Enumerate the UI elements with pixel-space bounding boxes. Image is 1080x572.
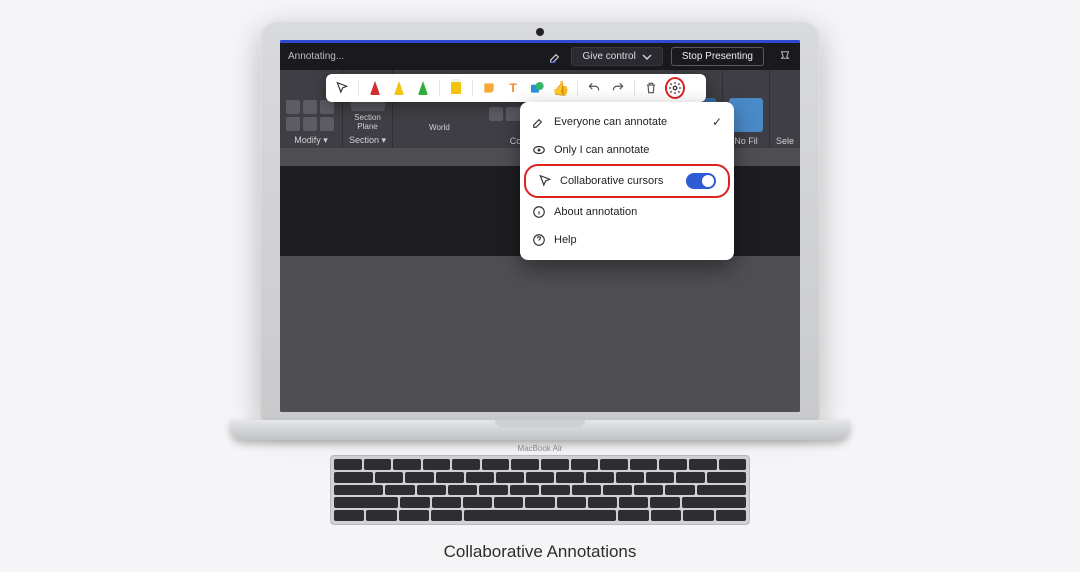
menu-label: Help bbox=[554, 234, 722, 246]
laptop-hinge bbox=[230, 420, 850, 440]
gear-highlight-circle bbox=[665, 77, 685, 99]
give-control-label: Give control bbox=[582, 51, 635, 62]
ribbon-label-modify: Modify ▾ bbox=[294, 133, 328, 146]
give-control-dropdown[interactable]: Give control bbox=[571, 47, 662, 66]
text-tool[interactable]: T bbox=[503, 78, 523, 98]
toggle-on[interactable] bbox=[686, 173, 716, 189]
help-icon bbox=[532, 233, 546, 247]
check-icon: ✓ bbox=[712, 115, 722, 129]
hinge-notch bbox=[495, 420, 585, 428]
menu-collaborative-cursors[interactable]: Collaborative cursors bbox=[524, 164, 730, 198]
screen: Annotating... Give control Stop Presenti… bbox=[280, 40, 800, 412]
stop-presenting-label: Stop Presenting bbox=[682, 51, 753, 62]
ribbon-label-nofilter: No Fil bbox=[734, 134, 758, 146]
annotating-status: Annotating... bbox=[288, 51, 344, 62]
menu-label: About annotation bbox=[554, 206, 722, 218]
highlighter-yellow-tool[interactable] bbox=[446, 78, 466, 98]
redo-button[interactable] bbox=[608, 78, 628, 98]
menu-about-annotation[interactable]: About annotation bbox=[520, 198, 734, 226]
menu-label: Only I can annotate bbox=[554, 144, 722, 156]
section-plane-label: Section Plane bbox=[354, 113, 381, 131]
pen-yellow-tool[interactable] bbox=[389, 78, 409, 98]
info-icon bbox=[532, 205, 546, 219]
menu-everyone-annotate[interactable]: Everyone can annotate ✓ bbox=[520, 108, 734, 136]
laptop-frame: Annotating... Give control Stop Presenti… bbox=[230, 20, 850, 525]
cursor-icon bbox=[538, 174, 552, 188]
trash-button[interactable] bbox=[641, 78, 661, 98]
undo-button[interactable] bbox=[584, 78, 604, 98]
laptop-brand: MacBook Air bbox=[518, 440, 563, 455]
stop-presenting-button[interactable]: Stop Presenting bbox=[671, 47, 764, 66]
pencil-icon bbox=[532, 115, 546, 129]
camera-dot bbox=[536, 28, 544, 36]
laptop-deck: MacBook Air bbox=[270, 440, 810, 525]
ribbon-label-section: Section ▾ bbox=[349, 133, 386, 146]
sticky-note-tool[interactable] bbox=[479, 78, 499, 98]
cursor-tool[interactable] bbox=[332, 78, 352, 98]
presenting-bar: Annotating... Give control Stop Presenti… bbox=[280, 40, 800, 70]
menu-label: Everyone can annotate bbox=[554, 116, 704, 128]
laptop-lid: Annotating... Give control Stop Presenti… bbox=[260, 20, 820, 420]
menu-help[interactable]: Help bbox=[520, 226, 734, 254]
keyboard bbox=[330, 455, 750, 525]
world-label: World bbox=[399, 123, 450, 132]
annotation-toolbar: T 👍 bbox=[326, 74, 706, 102]
popout-icon[interactable] bbox=[778, 50, 792, 64]
ribbon-group-select[interactable]: Sele bbox=[770, 70, 800, 148]
pen-underline-icon[interactable] bbox=[549, 50, 563, 64]
figure-caption: Collaborative Annotations bbox=[0, 542, 1080, 562]
ribbon-label-select: Sele bbox=[776, 134, 794, 146]
eye-icon bbox=[532, 143, 546, 157]
menu-only-i-annotate[interactable]: Only I can annotate bbox=[520, 136, 734, 164]
annotation-settings-menu: Everyone can annotate ✓ Only I can annot… bbox=[520, 102, 734, 260]
reaction-tool[interactable]: 👍 bbox=[551, 78, 571, 98]
pen-red-tool[interactable] bbox=[365, 78, 385, 98]
shape-tool[interactable] bbox=[527, 78, 547, 98]
settings-gear-button[interactable] bbox=[665, 78, 685, 98]
chevron-down-icon bbox=[642, 52, 652, 62]
pen-green-tool[interactable] bbox=[413, 78, 433, 98]
gear-icon bbox=[668, 81, 682, 95]
menu-label: Collaborative cursors bbox=[560, 175, 678, 187]
